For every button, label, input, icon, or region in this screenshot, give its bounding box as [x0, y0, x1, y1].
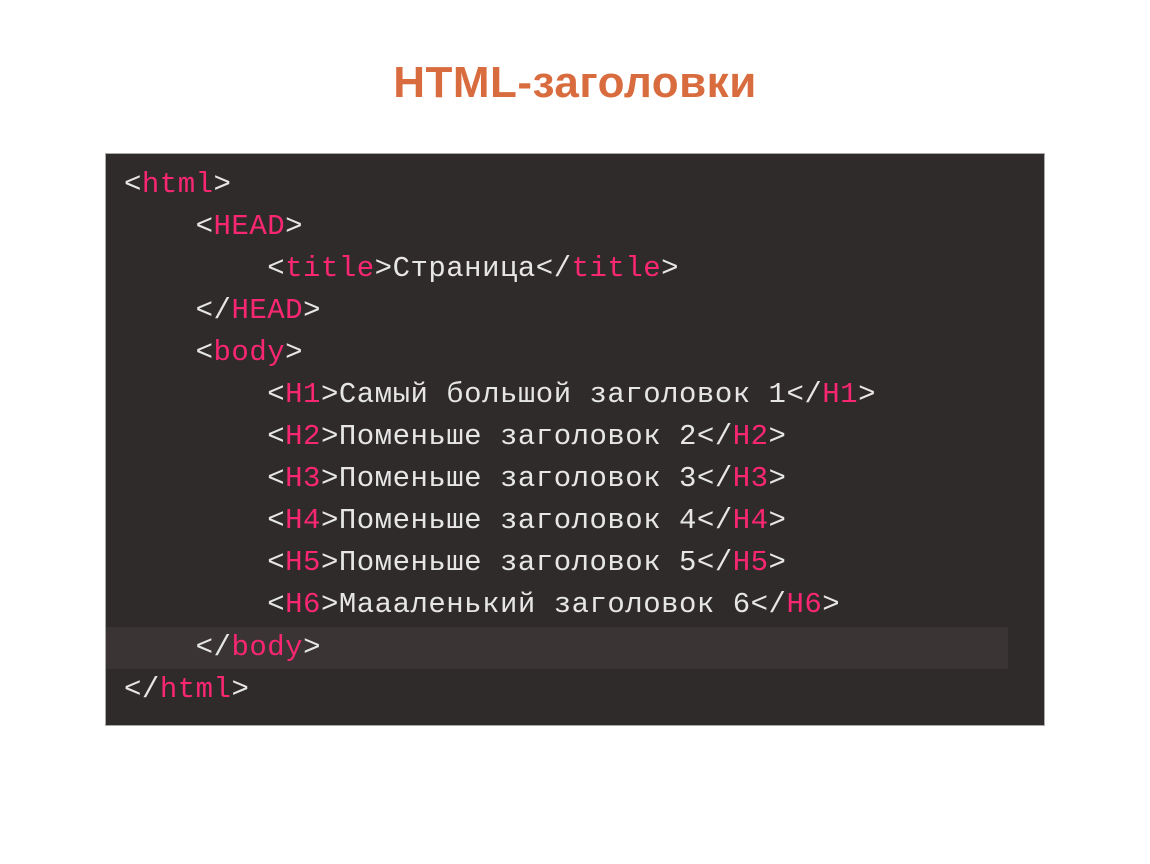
code-line-h5: <H5>Поменьше заголовок 5</H5>	[124, 542, 1026, 584]
code-line-h3: <H3>Поменьше заголовок 3</H3>	[124, 458, 1026, 500]
code-line-title: <title>Страница</title>	[124, 248, 1026, 290]
code-line-h6: <H6>Маааленький заголовок 6</H6>	[124, 584, 1026, 626]
code-line-h4: <H4>Поменьше заголовок 4</H4>	[124, 500, 1026, 542]
code-editor: <html> <HEAD> <title>Страница</title> </…	[105, 153, 1045, 726]
code-line-body-open: <body>	[124, 332, 1026, 374]
code-line-head-close: </HEAD>	[124, 290, 1026, 332]
code-line-h1: <H1>Самый большой заголовок 1</H1>	[124, 374, 1026, 416]
code-line-head-open: <HEAD>	[124, 206, 1026, 248]
code-line-html-open: <html>	[124, 164, 1026, 206]
slide-title: HTML-заголовки	[0, 0, 1150, 153]
code-line-html-close: </html>	[124, 669, 1026, 711]
code-line-body-close: </body>	[124, 627, 1026, 669]
code-line-h2: <H2>Поменьше заголовок 2</H2>	[124, 416, 1026, 458]
